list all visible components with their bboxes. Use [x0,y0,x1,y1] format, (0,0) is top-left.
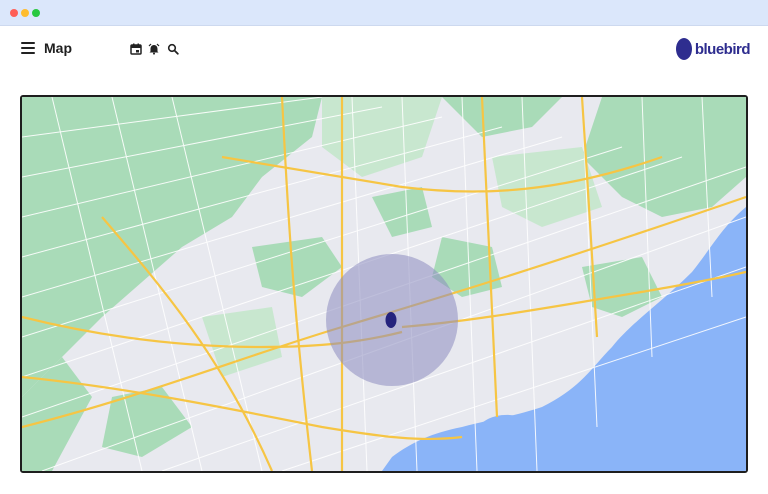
window-maximize-button[interactable] [32,9,40,17]
browser-chrome [0,0,768,26]
location-marker-icon[interactable] [385,312,397,328]
window-minimize-button[interactable] [21,9,29,17]
alarm-icon[interactable] [148,43,160,55]
calendar-icon[interactable] [130,43,142,55]
bluebird-logo-icon [675,38,692,60]
brand-logo[interactable]: bluebird [675,38,751,60]
window-close-button[interactable] [10,9,18,17]
brand-name: bluebird [694,40,751,58]
search-icon[interactable] [167,43,179,55]
app-header: Map bluebird [0,26,768,74]
menu-icon[interactable] [21,42,35,54]
map-view[interactable] [20,95,748,473]
map-canvas[interactable] [22,97,746,471]
page-title: Map [44,40,72,56]
